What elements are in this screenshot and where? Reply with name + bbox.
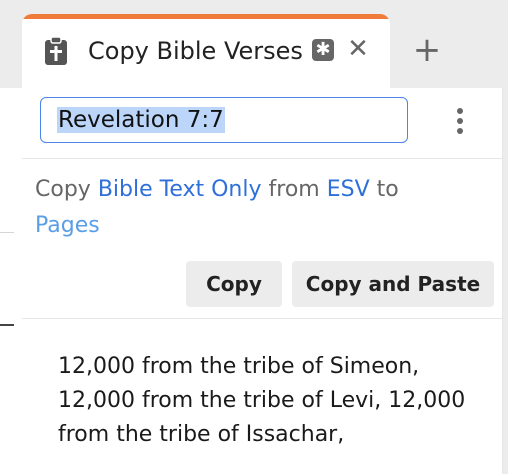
reference-input-value: Revelation 7:7 bbox=[57, 107, 225, 133]
add-tab-icon[interactable]: + bbox=[412, 32, 442, 68]
copy-button[interactable]: Copy bbox=[186, 261, 282, 307]
background-pane bbox=[0, 88, 23, 474]
content-type-link[interactable]: Bible Text Only bbox=[98, 177, 262, 202]
active-tab[interactable]: Copy Bible Verses ✱ ✕ bbox=[22, 14, 390, 88]
tab-accent-bar bbox=[22, 14, 390, 19]
asterisk-badge-icon[interactable]: ✱ bbox=[312, 39, 334, 61]
clipboard-cross-icon bbox=[45, 36, 67, 65]
copy-and-paste-button[interactable]: Copy and Paste bbox=[292, 261, 494, 307]
label-to: to bbox=[376, 177, 399, 202]
version-link[interactable]: ESV bbox=[327, 177, 370, 202]
destination-link[interactable]: Pages bbox=[35, 213, 100, 238]
label-from: from bbox=[268, 177, 320, 202]
background-divider-dark bbox=[0, 324, 14, 326]
reference-input[interactable]: Revelation 7:7 bbox=[40, 97, 408, 143]
background-divider bbox=[0, 232, 14, 233]
verse-preview-text: 12,000 from the tribe of Simeon, 12,000 … bbox=[58, 354, 466, 447]
label-copy: Copy bbox=[35, 177, 91, 202]
divider bbox=[22, 158, 502, 159]
close-icon[interactable]: ✕ bbox=[346, 35, 370, 63]
tab-title: Copy Bible Verses bbox=[88, 37, 303, 65]
kebab-menu-icon[interactable] bbox=[448, 104, 472, 138]
copy-verses-panel: Revelation 7:7 Copy Bible Text Only from… bbox=[22, 88, 503, 474]
copy-settings-sentence: Copy Bible Text Only from ESV to Pages bbox=[35, 172, 455, 244]
divider bbox=[22, 318, 502, 319]
